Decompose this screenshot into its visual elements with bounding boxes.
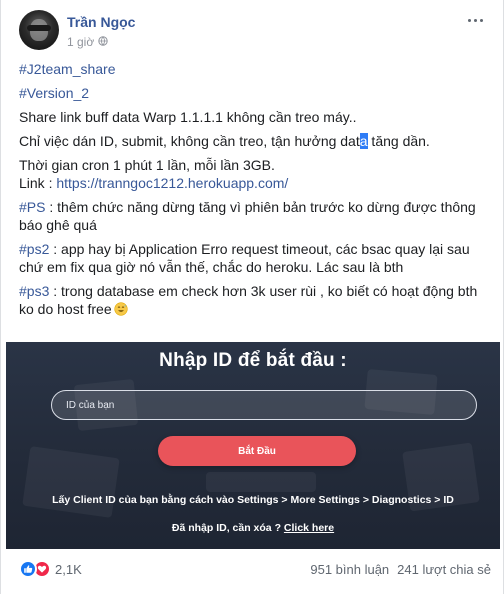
ps-paragraph: #PS : thêm chức năng dừng tăng vì phiên … bbox=[19, 199, 476, 233]
post-time[interactable]: 1 giờ bbox=[67, 35, 94, 49]
post-header: Trần Ngọc 1 giờ bbox=[19, 10, 489, 52]
text-selection: a bbox=[359, 133, 368, 149]
like-icon bbox=[19, 560, 37, 578]
id-input[interactable] bbox=[52, 391, 476, 419]
start-button[interactable]: Bắt Đầu bbox=[158, 436, 356, 466]
post-link-line: Link : https://tranngoc1212.herokuapp.co… bbox=[19, 175, 289, 191]
post-meta: 1 giờ bbox=[67, 35, 108, 49]
id-input-container bbox=[51, 390, 477, 420]
reaction-count[interactable]: 2,1K bbox=[55, 562, 82, 577]
shares-count[interactable]: 241 lượt chia sẻ bbox=[397, 562, 491, 577]
hashtag-version-2[interactable]: #Version_2 bbox=[19, 85, 89, 101]
screenshot-title: Nhập ID để bắt đầu : bbox=[159, 350, 347, 371]
heroku-link[interactable]: https://tranngoc1212.herokuapp.com/ bbox=[56, 175, 288, 191]
sweat-smile-emoji-icon bbox=[114, 302, 128, 316]
avatar[interactable] bbox=[19, 10, 59, 50]
hashtag-j2team-share[interactable]: #J2team_share bbox=[19, 61, 116, 77]
post-body: #J2team_share #Version_2 Share link buff… bbox=[19, 60, 493, 324]
globe-icon bbox=[98, 35, 108, 49]
ps3-paragraph: #ps3 : trong database em check hơn 3k us… bbox=[19, 283, 478, 317]
hashtag-ps[interactable]: #PS bbox=[19, 199, 45, 215]
hashtag-ps2[interactable]: #ps2 bbox=[19, 241, 49, 257]
ps2-paragraph: #ps2 : app hay bị Application Erro reque… bbox=[19, 241, 470, 275]
reactions-summary[interactable]: 2,1K bbox=[19, 560, 82, 578]
hashtag-ps3[interactable]: #ps3 bbox=[19, 283, 49, 299]
post-footer: 2,1K 951 bình luận 241 lượt chia sẻ bbox=[1, 554, 504, 584]
click-here-link[interactable]: Click here bbox=[284, 522, 334, 534]
author-name[interactable]: Trần Ngọc bbox=[67, 14, 135, 30]
embedded-screenshot[interactable]: Nhập ID để bắt đầu : Bắt Đầu Lấy Client … bbox=[6, 342, 500, 549]
post-text-line: Thời gian cron 1 phút 1 lần, mỗi lần 3GB… bbox=[19, 157, 275, 173]
post-stats: 951 bình luận 241 lượt chia sẻ bbox=[310, 562, 491, 577]
client-id-hint: Lấy Client ID của bạn bằng cách vào Sett… bbox=[52, 494, 454, 506]
post-text-line: Chỉ việc dán ID, submit, không cần treo,… bbox=[19, 133, 430, 149]
facebook-post: Trần Ngọc 1 giờ #J2team_share #Version_2… bbox=[0, 0, 504, 594]
more-options-icon[interactable] bbox=[465, 14, 485, 26]
clear-id-text: Đã nhập ID, cần xóa ? Click here bbox=[171, 522, 335, 534]
post-text-line: Share link buff data Warp 1.1.1.1 không … bbox=[19, 109, 357, 125]
comments-count[interactable]: 951 bình luận bbox=[310, 562, 389, 577]
